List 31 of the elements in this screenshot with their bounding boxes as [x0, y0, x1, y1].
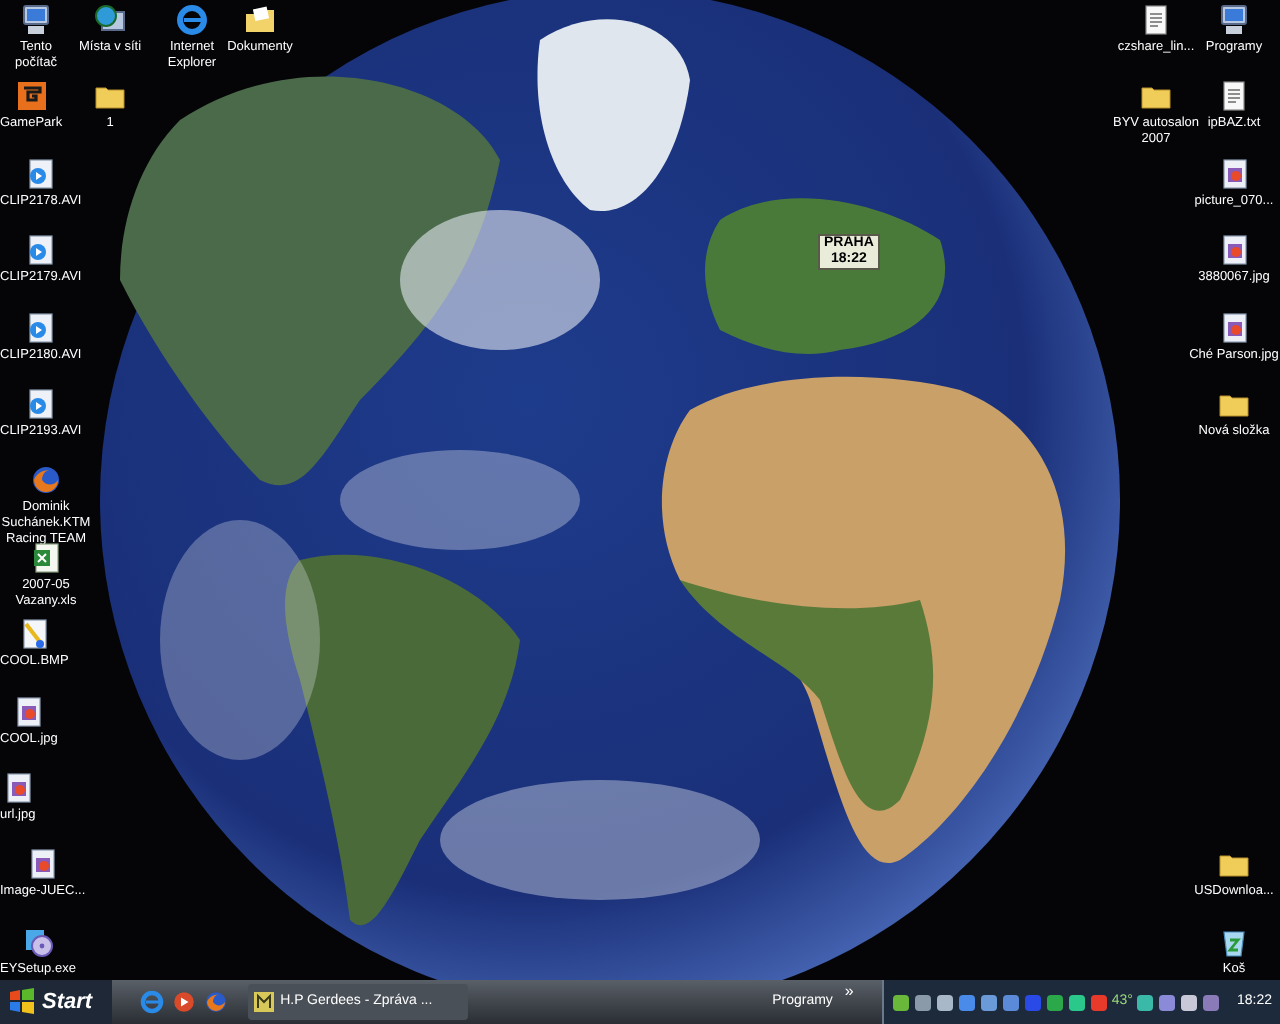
quick-launch-button[interactable]	[172, 990, 197, 1014]
paint-file-icon	[18, 618, 51, 651]
mail-m-icon	[254, 992, 275, 1012]
toolbar-chevron[interactable]: »	[844, 984, 854, 1000]
image-file-icon	[1218, 311, 1250, 344]
globe-monitor-icon	[94, 4, 126, 36]
windows-flag-icon	[8, 988, 36, 1016]
image-file-icon	[1, 772, 34, 804]
video-file-icon	[24, 234, 57, 267]
recycle-bin-icon	[1218, 925, 1250, 958]
browser-e-icon	[176, 4, 208, 36]
browser-e-icon	[140, 990, 165, 1014]
media-player-icon	[172, 990, 197, 1014]
image-file-icon	[1217, 234, 1250, 267]
text-file-icon	[1218, 80, 1250, 113]
image-file-icon	[12, 695, 45, 728]
video-file-icon	[24, 388, 57, 420]
fox-globe-icon	[204, 990, 229, 1014]
computer-icon	[1218, 4, 1250, 36]
fox-globe-icon	[30, 464, 62, 497]
video-file-icon	[24, 311, 57, 344]
video-file-icon	[24, 157, 57, 190]
setup-disc-icon	[21, 925, 54, 958]
documents-folder-icon	[244, 4, 276, 36]
spreadsheet-file-icon	[30, 541, 62, 574]
game-logo-icon	[15, 80, 48, 113]
image-file-icon	[26, 848, 59, 881]
start-button[interactable]: Start	[0, 980, 113, 1024]
text-file-icon	[1139, 4, 1172, 36]
computer-icon	[20, 4, 52, 36]
image-file-icon	[1217, 157, 1250, 190]
